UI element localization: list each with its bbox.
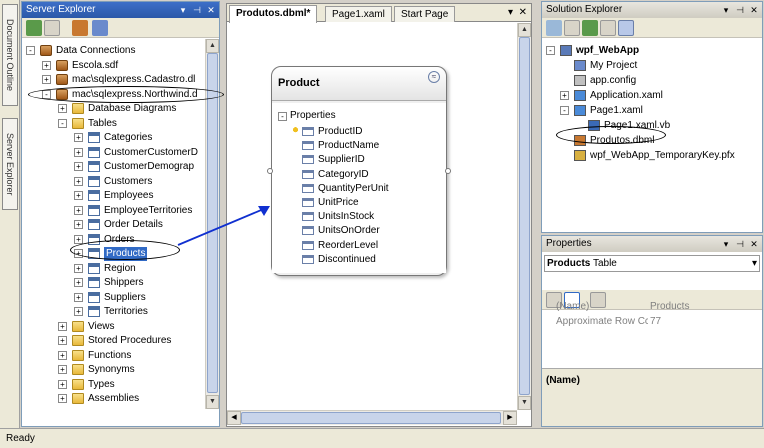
annotation-arrow bbox=[177, 206, 270, 246]
arrow-line bbox=[177, 207, 267, 246]
